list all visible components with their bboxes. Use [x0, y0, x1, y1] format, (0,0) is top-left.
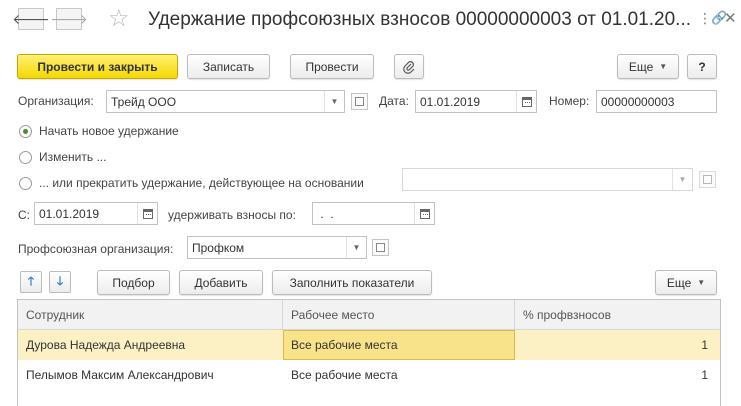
- table-more-label: Еще: [666, 275, 692, 290]
- dropdown-arrow-icon[interactable]: ▼: [324, 91, 344, 112]
- until-date-value: . .: [317, 206, 334, 221]
- help-button[interactable]: ?: [687, 54, 717, 79]
- page-title: Удержание профсоюзных взносов 0000000000…: [148, 9, 692, 30]
- attach-button[interactable]: [394, 54, 424, 79]
- arrow-down-icon: 🡓: [56, 273, 64, 288]
- open-icon[interactable]: [351, 93, 368, 110]
- fill-indicators-button[interactable]: Заполнить показатели: [272, 270, 432, 295]
- cell-percent[interactable]: 1: [515, 360, 720, 390]
- select-button[interactable]: Подбор: [97, 270, 170, 295]
- cell-employee[interactable]: Дурова Надежда Андреевна: [18, 330, 283, 360]
- cell-workplace[interactable]: Все рабочие места: [283, 330, 515, 360]
- calendar-icon[interactable]: [414, 203, 434, 224]
- radio-change[interactable]: [19, 151, 32, 164]
- open-icon[interactable]: [699, 171, 716, 188]
- union-value: Профком: [192, 240, 245, 255]
- cell-employee[interactable]: Пелымов Максим Александрович: [18, 360, 283, 390]
- move-down-button[interactable]: 🡓: [49, 271, 71, 293]
- org-field[interactable]: Трейд ООО ▼: [106, 90, 345, 113]
- column-header-percent[interactable]: % профвзносов: [515, 300, 720, 329]
- post-and-close-button[interactable]: Провести и закрыть: [17, 54, 178, 79]
- more-vertical-icon[interactable]: ⋮: [698, 10, 712, 27]
- table-header: Сотрудник Рабочее место % профвзносов: [18, 300, 720, 330]
- org-value: Трейд ООО: [111, 94, 177, 109]
- from-date-value: 01.01.2019: [39, 206, 100, 221]
- number-field[interactable]: 00000000003: [596, 90, 717, 113]
- radio-new-deduction-label: Начать новое удержание: [39, 124, 179, 138]
- union-field[interactable]: Профком ▼: [187, 236, 367, 259]
- post-button[interactable]: Провести: [290, 54, 374, 79]
- cell-percent[interactable]: 1: [515, 330, 720, 360]
- basis-field[interactable]: ▼: [402, 168, 693, 191]
- org-label: Организация:: [18, 94, 94, 108]
- forward-button[interactable]: 🡒: [50, 8, 88, 30]
- write-button[interactable]: Записать: [187, 54, 270, 79]
- add-button[interactable]: Добавить: [179, 270, 263, 295]
- until-date-field[interactable]: . .: [312, 202, 435, 225]
- column-header-workplace[interactable]: Рабочее место: [283, 300, 515, 329]
- until-label: удерживать взносы по:: [168, 208, 296, 222]
- radio-new-deduction[interactable]: [19, 125, 32, 138]
- table-row[interactable]: Дурова Надежда Андреевна Все рабочие мес…: [18, 330, 720, 360]
- cell-workplace[interactable]: Все рабочие места: [283, 360, 515, 390]
- paperclip-icon: [403, 60, 415, 74]
- close-icon[interactable]: ✕: [724, 9, 737, 27]
- radio-change-label: Изменить ...: [39, 150, 107, 164]
- arrow-up-icon: 🡑: [27, 273, 35, 288]
- number-value: 00000000003: [601, 94, 675, 109]
- calendar-icon[interactable]: [137, 203, 157, 224]
- dropdown-arrow-icon[interactable]: ▼: [672, 169, 692, 190]
- radio-terminate[interactable]: [19, 177, 32, 190]
- dropdown-arrow-icon[interactable]: ▼: [346, 237, 366, 258]
- back-button[interactable]: 🡐: [12, 8, 50, 30]
- more-button[interactable]: Еще ▼: [617, 54, 679, 79]
- chevron-down-icon: ▼: [697, 278, 706, 287]
- calendar-icon[interactable]: [516, 91, 536, 112]
- number-label: Номер:: [549, 94, 590, 108]
- open-icon[interactable]: [372, 239, 389, 256]
- employees-table[interactable]: Сотрудник Рабочее место % профвзносов Ду…: [17, 299, 721, 406]
- date-field[interactable]: 01.01.2019: [415, 90, 537, 113]
- star-icon[interactable]: ☆: [108, 6, 130, 32]
- from-label: С:: [18, 208, 30, 222]
- arrow-left-icon: 🡐: [12, 10, 50, 27]
- arrow-right-icon: 🡒: [50, 10, 88, 27]
- table-more-button[interactable]: Еще ▼: [655, 270, 717, 295]
- move-up-button[interactable]: 🡑: [20, 271, 42, 293]
- union-label: Профсоюзная организация:: [18, 242, 174, 256]
- radio-terminate-label: ... или прекратить удержание, действующе…: [39, 176, 364, 190]
- more-label: Еще: [628, 59, 654, 74]
- table-row[interactable]: Пелымов Максим Александрович Все рабочие…: [18, 360, 720, 390]
- date-label: Дата:: [379, 94, 409, 108]
- column-header-employee[interactable]: Сотрудник: [18, 300, 283, 329]
- from-date-field[interactable]: 01.01.2019: [34, 202, 158, 225]
- date-value: 01.01.2019: [420, 94, 481, 109]
- chevron-down-icon: ▼: [659, 62, 668, 71]
